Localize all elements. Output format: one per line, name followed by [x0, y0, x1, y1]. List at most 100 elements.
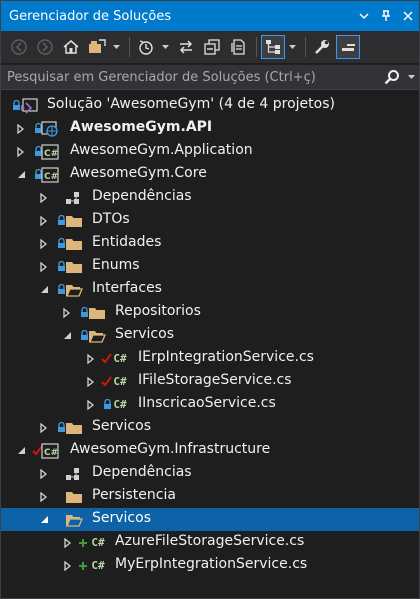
tree-item-project-application[interactable]: C# AwesomeGym.Application	[1, 140, 419, 163]
tree-item-solution[interactable]: Solução 'AwesomeGym' (4 de 4 projetos)	[1, 94, 419, 117]
preview-button[interactable]	[336, 35, 360, 59]
tree-item-file-iinscricao[interactable]: C# IInscricaoService.cs	[1, 393, 419, 416]
tree-view-dropdown[interactable]	[287, 35, 297, 59]
switch-views-button[interactable]	[85, 35, 109, 59]
expand-collapsed-icon[interactable]	[38, 215, 50, 227]
show-all-files-icon	[231, 39, 245, 55]
tree-item-label: DTOs	[92, 211, 130, 227]
expand-collapsed-icon[interactable]	[38, 422, 50, 434]
csharp-project-icon: C#	[41, 166, 59, 184]
search-button[interactable]	[381, 69, 403, 85]
tree-item-project-api[interactable]: AwesomeGym.API	[1, 117, 419, 140]
tree-item-label: Servicos	[115, 326, 174, 342]
tree-item-label: IFileStorageService.cs	[138, 372, 292, 388]
tree-item-label: AzureFileStorageService.cs	[115, 533, 305, 549]
expand-collapsed-icon[interactable]	[85, 399, 97, 411]
tree-item-folder-interfaces[interactable]: Interfaces	[1, 278, 419, 301]
pending-changes-filter-button[interactable]	[134, 35, 158, 59]
toolbar-separator	[256, 37, 257, 57]
caret-down-icon	[407, 74, 415, 79]
pin-button[interactable]	[375, 1, 397, 31]
tree-item-folder-entidades[interactable]: Entidades	[1, 232, 419, 255]
expand-collapsed-icon[interactable]	[62, 537, 74, 549]
expand-expanded-icon[interactable]	[15, 445, 27, 457]
expand-collapsed-icon[interactable]	[61, 307, 73, 319]
expand-collapsed-icon[interactable]	[62, 560, 74, 572]
sync-button[interactable]	[174, 35, 198, 59]
tree-item-dependencies[interactable]: Dependências	[1, 462, 419, 485]
tree-item-file-myerp[interactable]: C# MyErpIntegrationService.cs	[1, 554, 419, 577]
folder-icon	[65, 419, 83, 437]
window-menu-button[interactable]	[353, 1, 375, 31]
expand-collapsed-icon[interactable]	[85, 376, 97, 388]
tree-item-folder-servicos[interactable]: Servicos	[1, 416, 419, 439]
home-button[interactable]	[59, 35, 83, 59]
close-button[interactable]	[397, 1, 419, 31]
back-button[interactable]	[7, 35, 31, 59]
pending-changes-dropdown[interactable]	[160, 35, 170, 59]
expand-collapsed-icon[interactable]	[15, 123, 27, 135]
tree-item-folder-servicos[interactable]: Servicos	[1, 324, 419, 347]
tree-view-button[interactable]	[261, 35, 285, 59]
tree-item-label: AwesomeGym.Application	[70, 142, 253, 158]
home-icon	[63, 40, 79, 54]
expand-collapsed-icon[interactable]	[38, 261, 50, 273]
toolbar	[1, 31, 419, 63]
history-icon	[139, 40, 153, 55]
tree-item-project-core[interactable]: C# AwesomeGym.Core	[1, 163, 419, 186]
folder-open-icon	[88, 327, 106, 345]
expand-collapsed-icon[interactable]	[38, 238, 50, 250]
expand-expanded-icon[interactable]	[61, 330, 73, 342]
expand-collapsed-icon[interactable]	[38, 192, 50, 204]
search-input[interactable]	[1, 68, 381, 86]
tree-item-label: AwesomeGym.Infrastructure	[70, 441, 271, 457]
tree-item-file-ifile[interactable]: C# IFileStorageService.cs	[1, 370, 419, 393]
tree-item-dependencies[interactable]: Dependências	[1, 186, 419, 209]
tree-item-folder-servicos-selected[interactable]: Servicos	[1, 508, 419, 531]
folder-icon	[65, 235, 83, 253]
collapse-all-button[interactable]	[200, 35, 224, 59]
added-plus-icon	[77, 536, 89, 550]
folder-open-icon	[65, 281, 83, 299]
tree-item-folder-dtos[interactable]: DTOs	[1, 209, 419, 232]
switch-views-dropdown[interactable]	[111, 35, 121, 59]
csharp-file-icon: C#	[113, 375, 127, 388]
back-icon	[11, 39, 27, 55]
tree-item-file-ierp[interactable]: C# IErpIntegrationService.cs	[1, 347, 419, 370]
solution-tree: Solução 'AwesomeGym' (4 de 4 projetos) A…	[1, 94, 419, 577]
tree-item-folder-repositorios[interactable]: Repositorios	[1, 301, 419, 324]
solution-icon	[20, 97, 38, 115]
expand-expanded-icon[interactable]	[15, 169, 27, 181]
csharp-project-icon: C#	[41, 143, 59, 161]
folder-icon	[65, 488, 83, 506]
preview-icon	[342, 44, 355, 51]
close-icon	[403, 11, 413, 21]
caret-down-icon	[112, 44, 120, 49]
tree-item-folder-enums[interactable]: Enums	[1, 255, 419, 278]
tree-item-project-infrastructure[interactable]: C# AwesomeGym.Infrastructure	[1, 439, 419, 462]
svg-text:C#: C#	[44, 448, 58, 458]
caret-down-icon	[161, 44, 169, 49]
tree-item-label: Repositorios	[115, 303, 201, 319]
tree-item-folder-persistencia[interactable]: Persistencia	[1, 485, 419, 508]
toolbar-separator	[305, 37, 306, 57]
collapse-all-icon	[204, 39, 220, 55]
switch-views-icon	[89, 39, 106, 53]
expand-collapsed-icon[interactable]	[38, 491, 50, 503]
expand-collapsed-icon[interactable]	[38, 468, 50, 480]
toolbar-separator	[129, 37, 130, 57]
tree-item-label: Dependências	[92, 464, 192, 480]
expand-expanded-icon[interactable]	[38, 514, 50, 526]
expand-expanded-icon[interactable]	[38, 284, 50, 296]
tree-item-label: Solução 'AwesomeGym' (4 de 4 projetos)	[47, 96, 335, 112]
properties-button[interactable]	[310, 35, 334, 59]
show-all-files-button[interactable]	[226, 35, 250, 59]
expand-collapsed-icon[interactable]	[85, 353, 97, 365]
forward-button[interactable]	[33, 35, 57, 59]
expand-collapsed-icon[interactable]	[15, 146, 27, 158]
search-options-dropdown[interactable]	[403, 74, 419, 80]
dependencies-icon	[64, 189, 82, 207]
tree-item-label: MyErpIntegrationService.cs	[115, 556, 308, 572]
tree-item-file-azure[interactable]: C# AzureFileStorageService.cs	[1, 531, 419, 554]
solution-explorer-window: Gerenciador de Soluções Pesquisar em Ger…	[0, 0, 420, 599]
